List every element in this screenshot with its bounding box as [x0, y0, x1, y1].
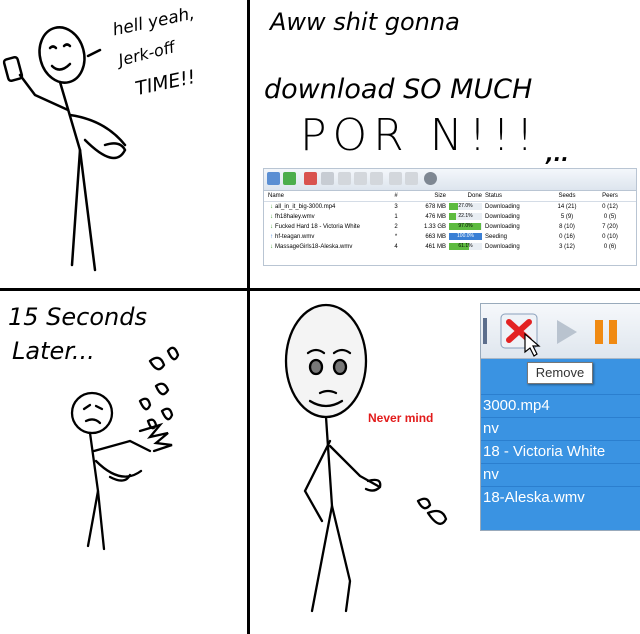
column-header-number[interactable]: # [391, 191, 401, 201]
torrent-peers: 0 (5) [603, 214, 617, 220]
remove-icon[interactable] [321, 172, 334, 185]
torrent-status: Downloading [485, 244, 520, 250]
column-header-status[interactable]: Status [485, 191, 543, 201]
toolbar-edge-icon [483, 318, 487, 344]
stop-icon[interactable] [370, 172, 383, 185]
move-down-icon[interactable] [405, 172, 418, 185]
torrent-name: hf-teagan.wmv [275, 234, 315, 240]
caption-line-3: POR N!!! [300, 110, 540, 161]
zoomed-list-item[interactable]: nv [481, 417, 640, 440]
torrent-seeds: 5 (9) [560, 214, 574, 220]
add-torrent-icon[interactable] [267, 172, 280, 185]
torrent-peers: 0 (6) [603, 244, 617, 250]
download-arrow-icon: ↓ [270, 244, 273, 250]
comic-page: hell yeah, Jerk-off TIME!! Aww shit gonn… [0, 0, 640, 634]
column-header-name[interactable]: Name [268, 191, 390, 201]
add-url-icon[interactable] [283, 172, 296, 185]
torrent-peers: 0 (10) [602, 234, 618, 240]
start-icon[interactable] [338, 172, 351, 185]
toolbar [264, 169, 636, 191]
torrent-size: 461 MB [425, 244, 446, 250]
stick-figure-tissues-drawing [70, 346, 180, 551]
torrent-size: 1.33 GB [423, 224, 446, 230]
torrent-size: 678 MB [425, 204, 446, 210]
column-header-done[interactable]: Done [449, 191, 482, 201]
zoomed-list-item[interactable]: 18-Aleska.wmv [481, 486, 640, 509]
download-arrow-icon: ↓ [270, 224, 273, 230]
panel-4: Never mind Remove 3000.mp4 nv 18 - Victo… [250, 291, 640, 634]
panel-1: hell yeah, Jerk-off TIME!! [0, 0, 247, 288]
settings-gear-icon[interactable] [424, 172, 437, 185]
torrent-status: Downloading [485, 214, 520, 220]
torrent-name: Fucked Hard 18 - Victoria White [275, 224, 360, 230]
queue-number: 2 [394, 224, 398, 230]
progress-text: 100.0% [457, 233, 474, 239]
panel-2: Aww shit gonna download SO MUCH POR N!!!… [250, 0, 640, 288]
zoomed-torrent-client: Remove 3000.mp4 nv 18 - Victoria White n… [480, 303, 640, 531]
column-header-size[interactable]: Size [404, 191, 446, 201]
progress-text: 22.1% [458, 213, 473, 219]
pause-icon-bar-right[interactable] [609, 320, 617, 344]
torrent-seeds: 14 (21) [557, 204, 577, 210]
torrent-peers: 7 (20) [602, 224, 618, 230]
stick-figure-phone-drawing [2, 26, 127, 272]
torrent-size: 663 MB [425, 234, 446, 240]
zoomed-toolbar-icons [483, 313, 617, 357]
table-row[interactable]: ↓ MassageGirls18-Aleska.wmv 4 461 MB 61.1… [264, 242, 636, 252]
panel-3: 15 Seconds Later... [0, 291, 247, 634]
remove-tooltip: Remove [527, 362, 593, 384]
column-header-peers[interactable]: Peers [590, 191, 630, 201]
column-header-seeds[interactable]: Seeds [546, 191, 588, 201]
torrent-name: all_in_it_big-3000.mp4 [275, 204, 336, 210]
progress-text: 61.1% [458, 243, 473, 249]
start-play-icon[interactable] [557, 320, 577, 344]
torrent-list: ↓ all_in_it_big-3000.mp4 3 678 MB 27.0% D… [264, 202, 636, 252]
progress-bar: 100.0% [449, 233, 482, 240]
progress-bar: 61.1% [449, 243, 482, 250]
table-row[interactable]: ↓ all_in_it_big-3000.mp4 3 678 MB 27.0% D… [264, 202, 636, 212]
queue-number: 3 [394, 204, 398, 210]
zoomed-list-item[interactable]: 18 - Victoria White [481, 440, 640, 463]
zoomed-list-item[interactable]: nv [481, 463, 640, 486]
progress-text: 97.0% [458, 223, 473, 229]
progress-bar: 22.1% [449, 213, 482, 220]
torrent-seeds: 8 (10) [559, 224, 575, 230]
pause-icon-bar-left[interactable] [595, 320, 603, 344]
create-torrent-icon[interactable] [304, 172, 317, 185]
caption-ellipsis: ,.. [546, 142, 569, 166]
torrent-status: Downloading [485, 224, 520, 230]
download-arrow-icon: ↓ [270, 214, 273, 220]
torrent-size: 476 MB [425, 214, 446, 220]
table-row[interactable]: ↓ Fucked Hard 18 - Victoria White 2 1.33 … [264, 222, 636, 232]
progress-text: 27.0% [458, 203, 473, 209]
torrent-seeds: 3 (12) [559, 244, 575, 250]
table-row[interactable]: ↑ hf-teagan.wmv * 663 MB 100.0% Seeding 0… [264, 232, 636, 242]
queue-number: * [394, 234, 398, 240]
caption-line-2: download SO MUCH [264, 74, 533, 105]
torrent-name: MassageGirls18-Aleska.wmv [275, 244, 353, 250]
table-header: Name # Size Done Status Seeds Peers [264, 191, 636, 202]
caption-line-1: Aww shit gonna [270, 8, 460, 36]
progress-bar: 27.0% [449, 203, 482, 210]
zoomed-list-item[interactable]: 3000.mp4 [481, 394, 640, 417]
torrent-status: Seeding [485, 234, 508, 240]
move-up-icon[interactable] [389, 172, 402, 185]
pause-icon[interactable] [354, 172, 367, 185]
torrent-name: fh18haley.wmv [275, 214, 315, 220]
torrent-client-window: Name # Size Done Status Seeds Peers ↓ all… [263, 168, 637, 266]
upload-arrow-icon: ↑ [270, 234, 273, 240]
torrent-peers: 0 (12) [602, 204, 618, 210]
torrent-status: Downloading [485, 204, 520, 210]
queue-number: 1 [394, 214, 398, 220]
progress-bar: 97.0% [449, 223, 482, 230]
queue-number: 4 [394, 244, 398, 250]
torrent-seeds: 0 (16) [559, 234, 575, 240]
never-mind-caption: Never mind [368, 411, 434, 425]
download-arrow-icon: ↓ [270, 204, 273, 210]
table-row[interactable]: ↓ fh18haley.wmv 1 476 MB 22.1% Downloadin… [264, 212, 636, 222]
zoomed-toolbar [481, 304, 640, 359]
